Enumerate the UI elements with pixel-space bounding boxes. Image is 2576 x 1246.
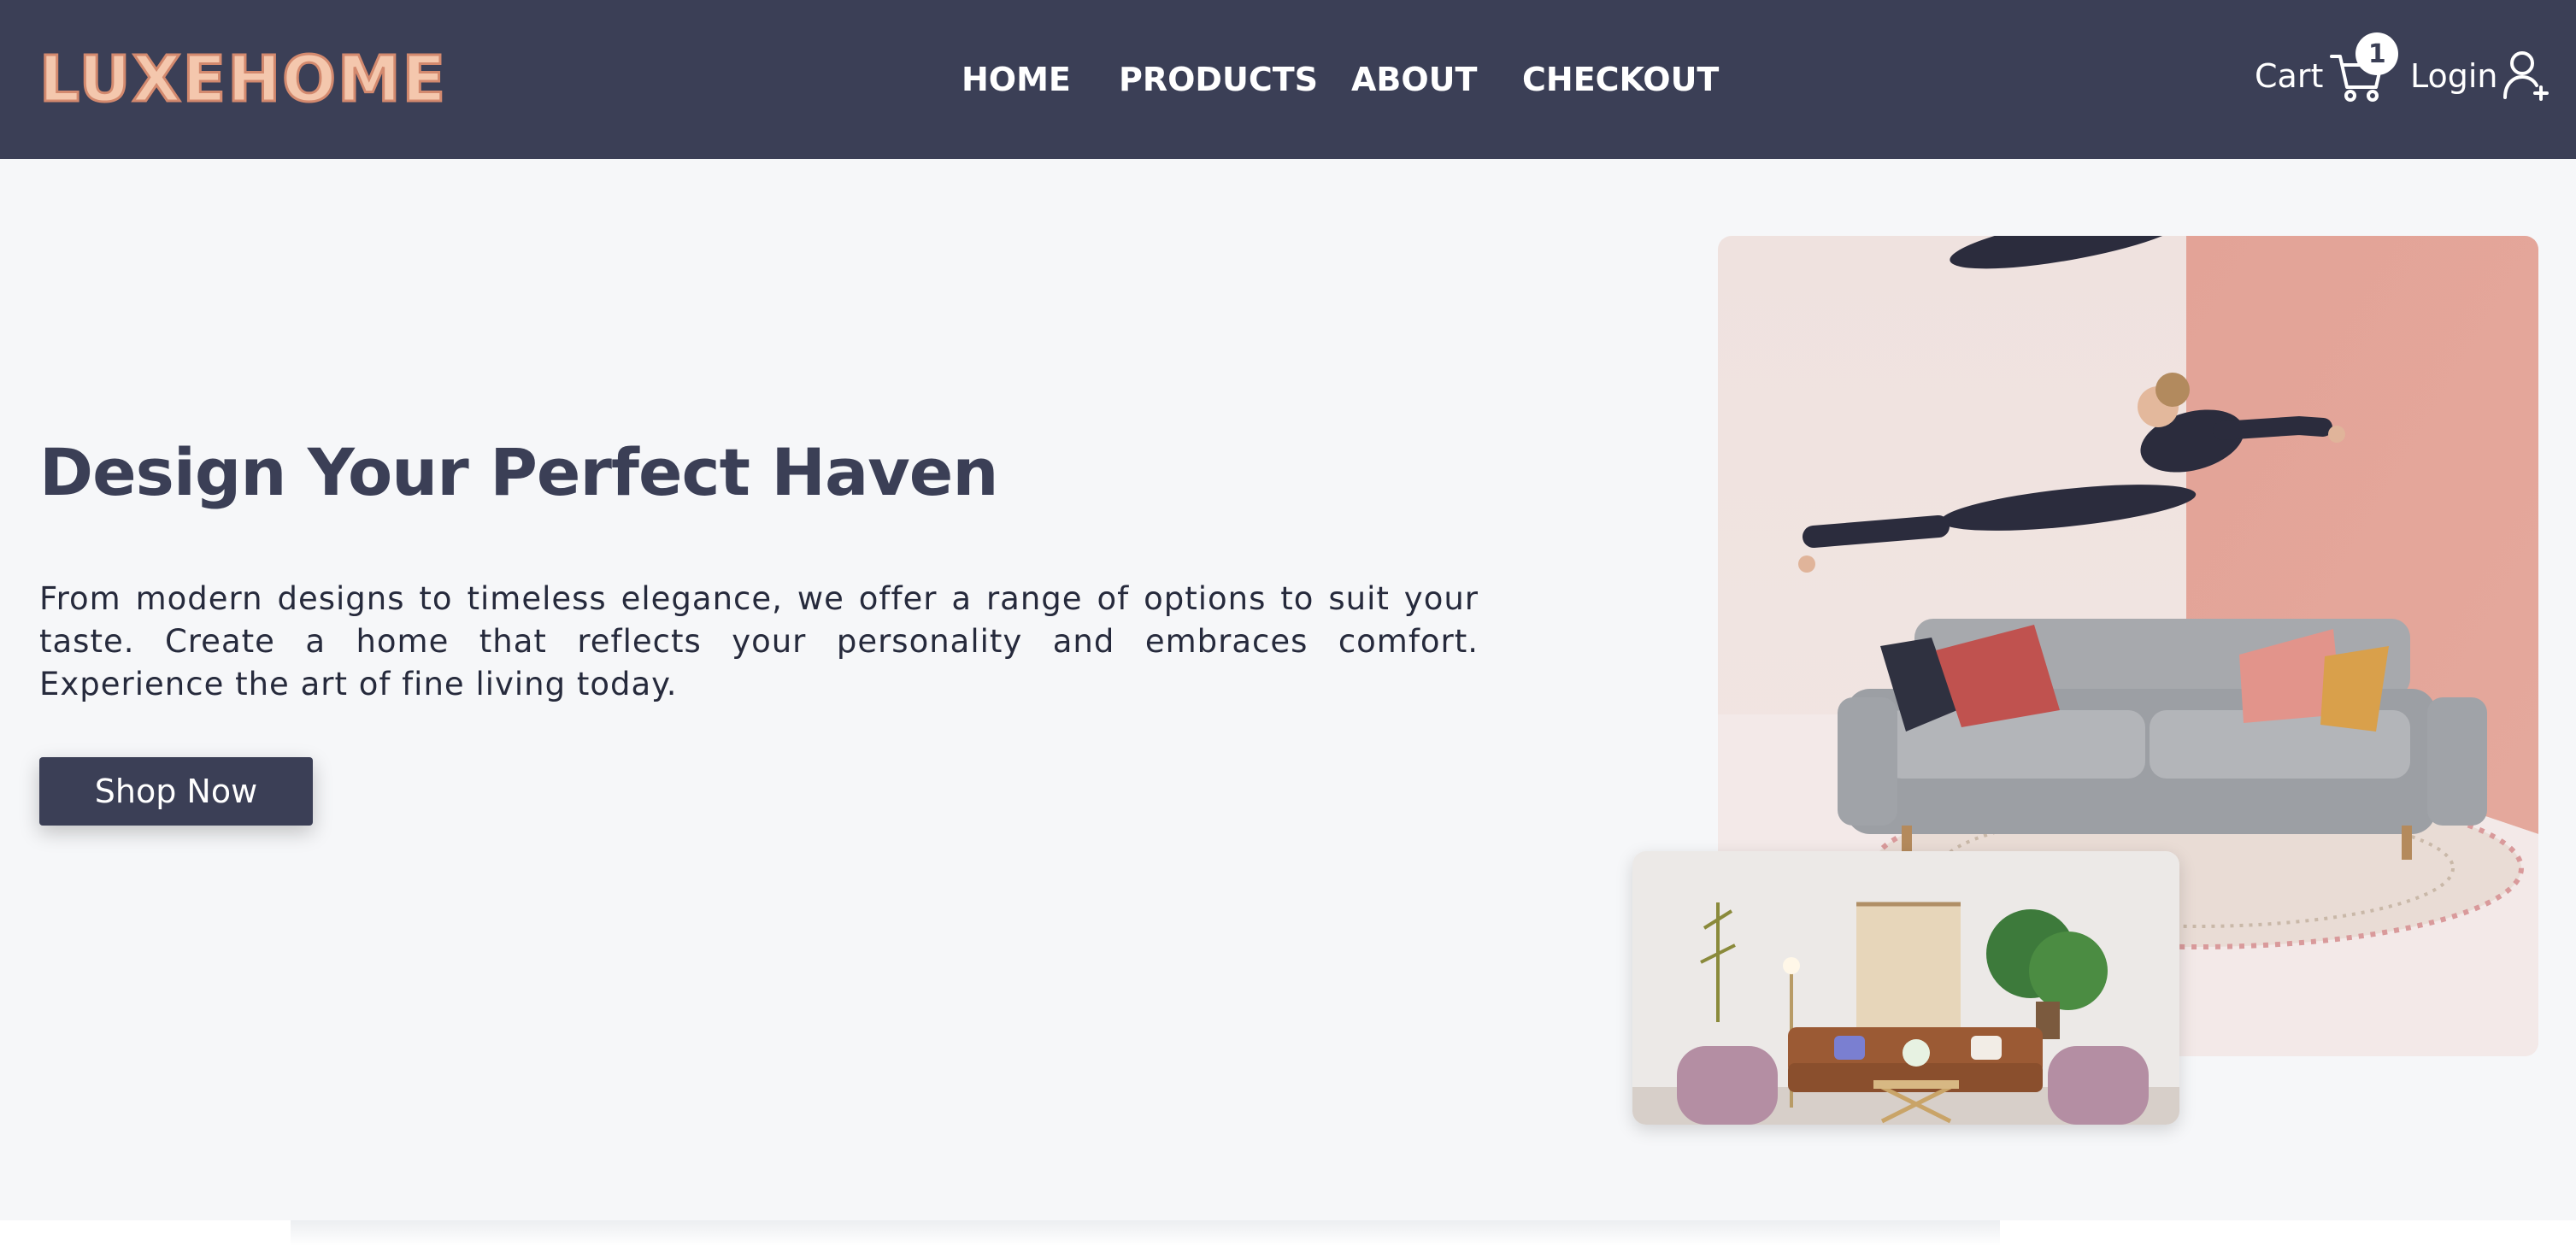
cart-icon: 1 (2328, 32, 2399, 104)
section-shadow (291, 1220, 2000, 1246)
cart-count-badge: 1 (2355, 32, 2399, 75)
login-button[interactable]: Login (2410, 48, 2551, 104)
login-label: Login (2410, 57, 2498, 95)
top-navbar: LUXEHOME HOME PRODUCTS ABOUT CHECKOUT Ca… (0, 0, 2576, 159)
main-nav: HOME PRODUCTS ABOUT CHECKOUT (962, 58, 1719, 101)
nav-link-about[interactable]: ABOUT (1351, 58, 1477, 101)
add-user-icon (2502, 48, 2551, 104)
cart-button[interactable]: Cart 1 (2255, 32, 2399, 104)
cart-label: Cart (2255, 57, 2324, 95)
nav-link-home[interactable]: HOME (962, 58, 1071, 101)
hero-image-living-room (1632, 851, 2179, 1125)
nav-link-products[interactable]: PRODUCTS (1119, 58, 1318, 101)
hero-title: Design Your Perfect Haven (39, 434, 998, 510)
nav-link-checkout[interactable]: CHECKOUT (1522, 58, 1719, 101)
shop-now-button[interactable]: Shop Now (39, 757, 313, 826)
hero-description: From modern designs to timeless elegance… (39, 580, 1479, 702)
brand-logo[interactable]: LUXEHOME (38, 44, 447, 116)
